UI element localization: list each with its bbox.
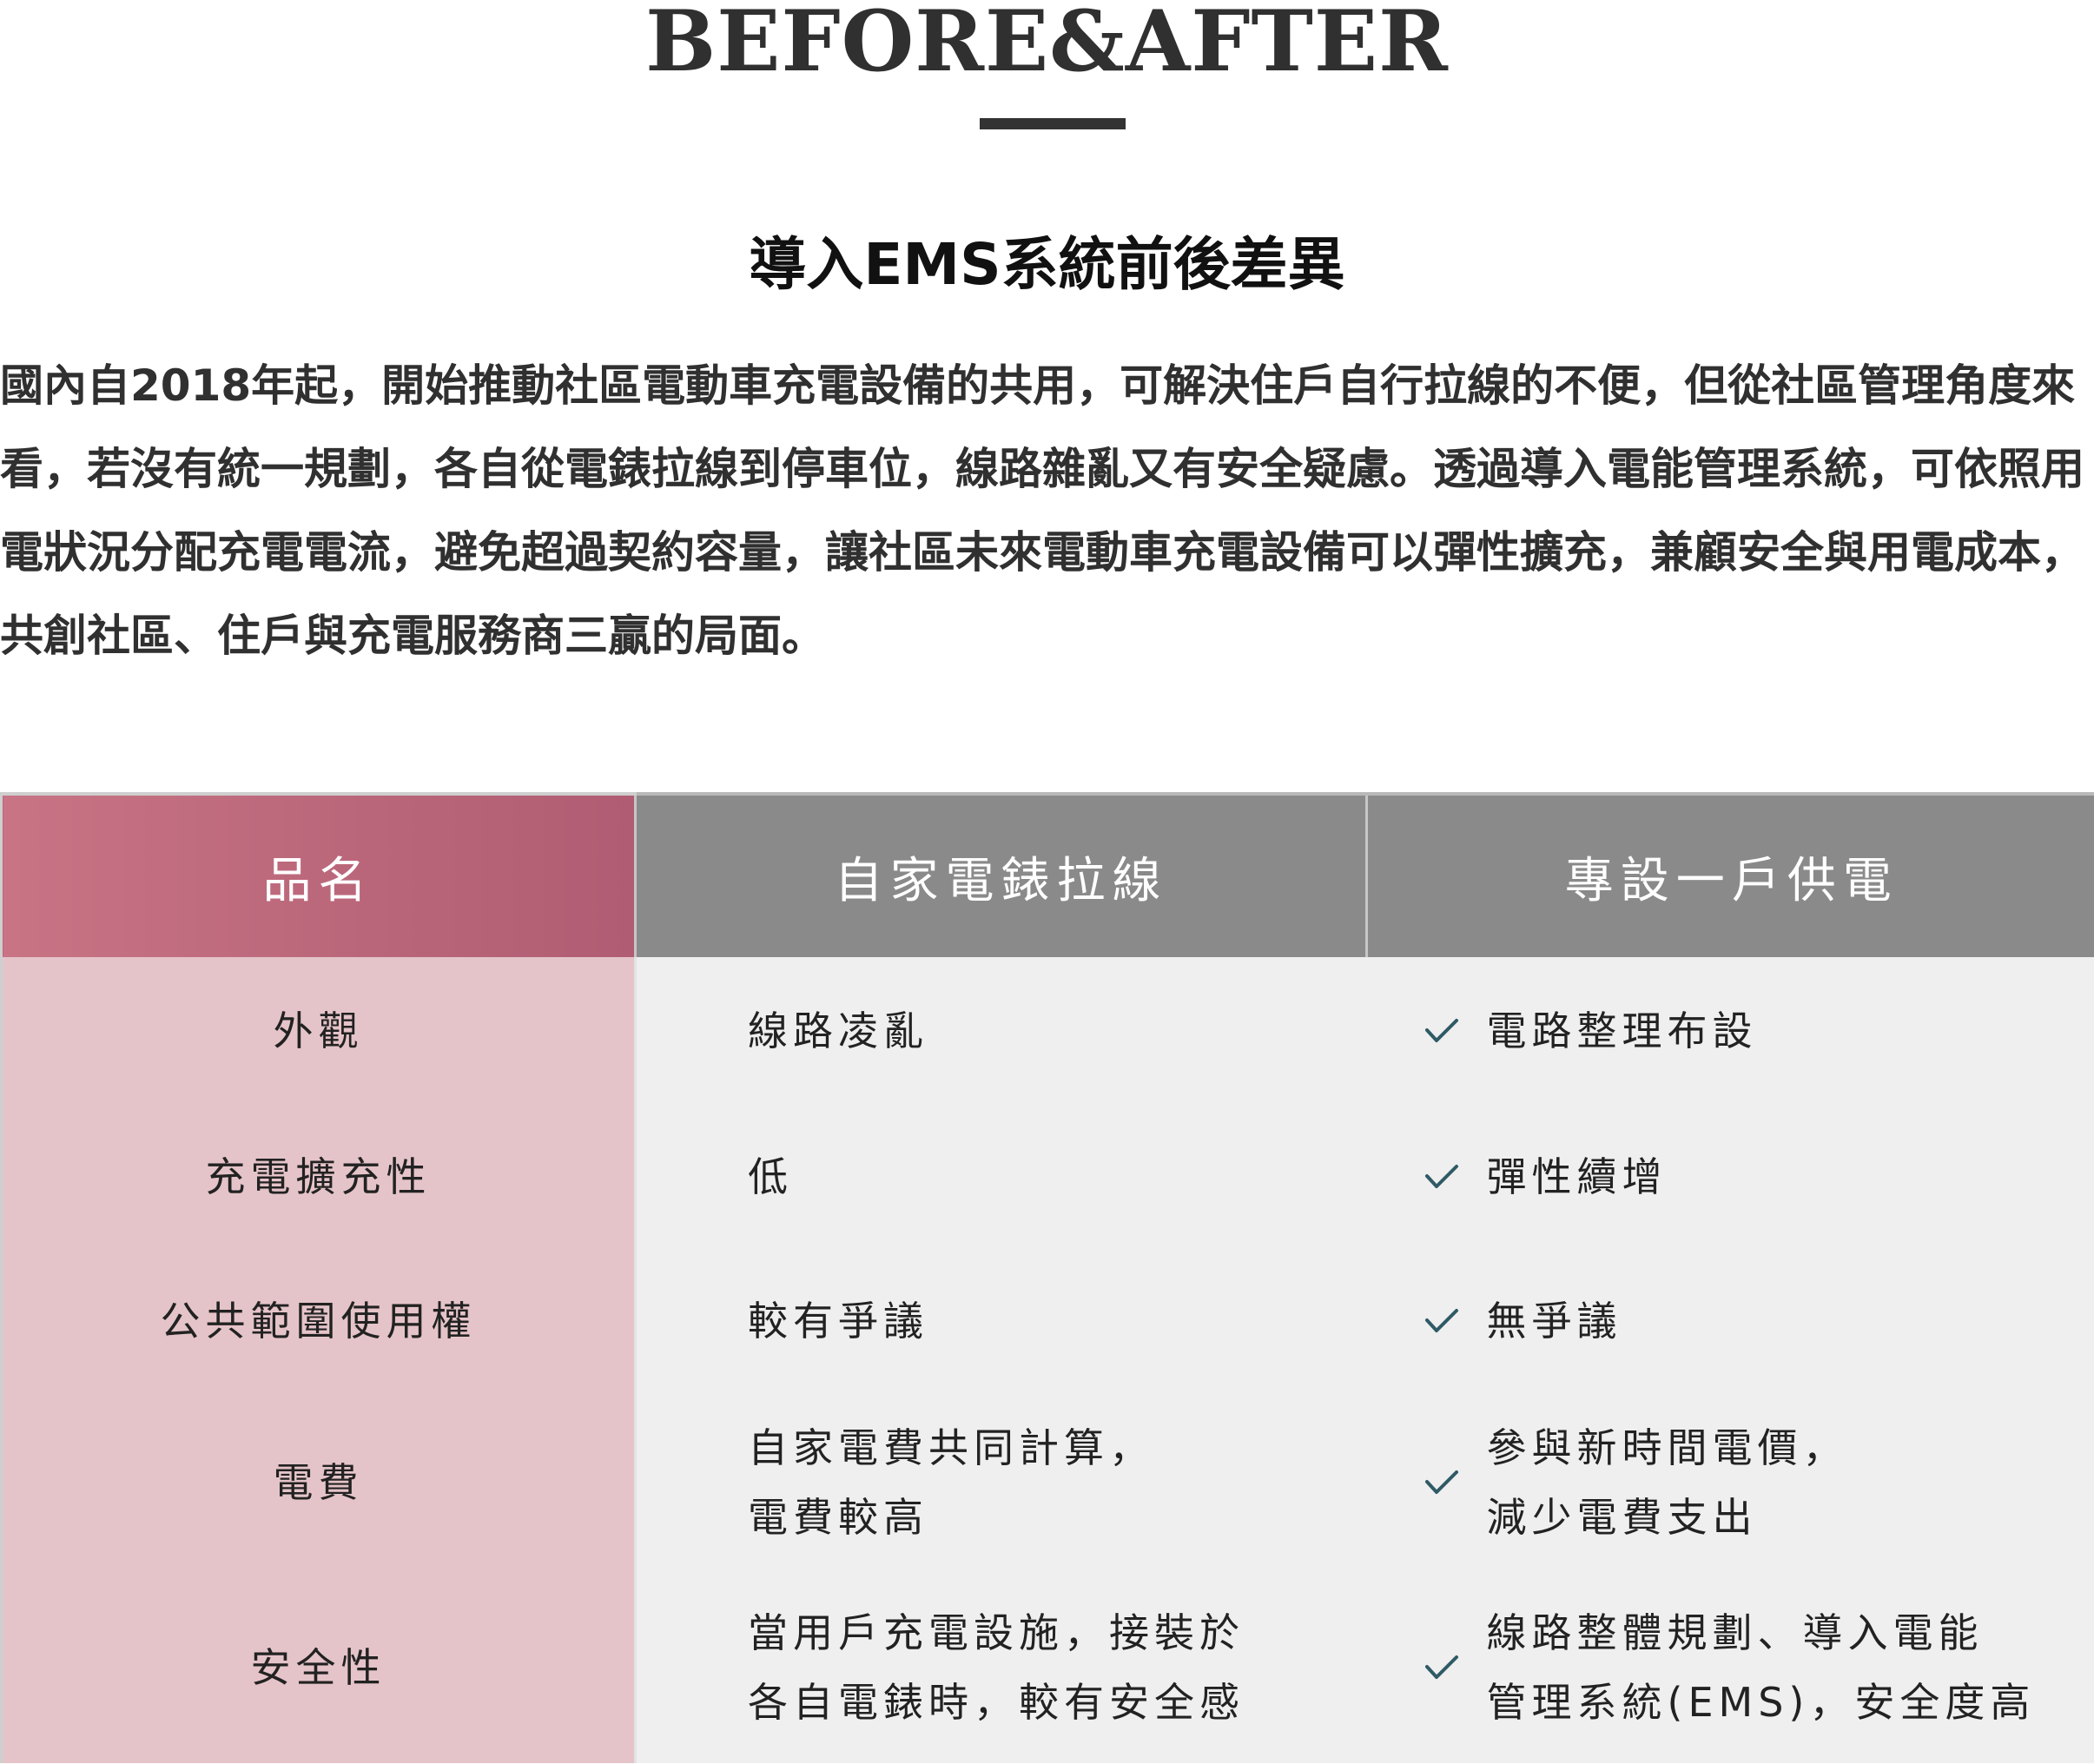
table-header-row: 品名 自家電錶拉線 專設一戶供電 bbox=[0, 792, 2094, 957]
cell-text: 電路整理布設 bbox=[1486, 1008, 1758, 1054]
row-label: 安全性 bbox=[0, 1572, 636, 1763]
row-label: 外觀 bbox=[0, 957, 636, 1105]
checkmark-icon bbox=[1424, 1655, 1485, 1681]
cell-text: 參與新時間電價， bbox=[1486, 1424, 1848, 1471]
table-row: 安全性 當用戶充電設施，接裝於 各自電錶時，較有安全感 線路整體規劃、導入電能 … bbox=[0, 1572, 2094, 1763]
comparison-table: 品名 自家電錶拉線 專設一戶供電 外觀 線路凌亂 電路整理布設 充電擴充性 低 … bbox=[0, 792, 2094, 1763]
cell-text: 無爭議 bbox=[1486, 1298, 1622, 1344]
cell-text: 線路凌亂 bbox=[748, 1008, 928, 1054]
dedicated-cell: 無爭議 bbox=[1366, 1249, 2094, 1393]
dedicated-cell: 線路整體規劃、導入電能 管理系統(EMS)，安全度高 bbox=[1366, 1572, 2094, 1763]
table-row: 充電擴充性 低 彈性續增 bbox=[0, 1105, 2094, 1249]
section-title: 導入EMS系統前後差異 bbox=[749, 231, 1345, 298]
row-label: 公共範圍使用權 bbox=[0, 1249, 636, 1393]
cell-text: 低 bbox=[748, 1153, 793, 1200]
header-dedicated-supply: 專設一戶供電 bbox=[1365, 792, 2094, 957]
checkmark-icon bbox=[1424, 1018, 1485, 1044]
header-product-name: 品名 bbox=[0, 792, 636, 957]
table-row: 公共範圍使用權 較有爭議 無爭議 bbox=[0, 1249, 2094, 1393]
cell-text: 彈性續增 bbox=[1486, 1153, 1668, 1200]
dedicated-cell: 電路整理布設 bbox=[1366, 957, 2094, 1105]
own-meter-cell: 當用戶充電設施，接裝於 各自電錶時，較有安全感 bbox=[634, 1572, 1367, 1763]
own-meter-cell: 線路凌亂 bbox=[634, 957, 1367, 1105]
checkmark-icon bbox=[1424, 1470, 1485, 1496]
cell-text: 自家電費共同計算， bbox=[748, 1424, 1154, 1471]
title-divider bbox=[980, 118, 1126, 129]
row-label: 電費 bbox=[0, 1393, 636, 1572]
own-meter-cell: 自家電費共同計算， 電費較高 bbox=[634, 1393, 1367, 1572]
cell-text: 各自電錶時，較有安全感 bbox=[748, 1679, 1245, 1726]
cell-text: 較有爭議 bbox=[748, 1298, 928, 1344]
table-row: 電費 自家電費共同計算， 電費較高 參與新時間電價， 減少電費支出 bbox=[0, 1393, 2094, 1572]
cell-text: 電費較高 bbox=[748, 1494, 928, 1541]
dedicated-cell: 參與新時間電價， 減少電費支出 bbox=[1366, 1393, 2094, 1572]
checkmark-icon bbox=[1424, 1164, 1485, 1190]
cell-text: 管理系統(EMS)，安全度高 bbox=[1486, 1679, 2036, 1726]
cell-text: 線路整體規劃、導入電能 bbox=[1486, 1609, 1984, 1656]
page-title: BEFORE&AFTER bbox=[645, 0, 1449, 90]
table-row: 外觀 線路凌亂 電路整理布設 bbox=[0, 957, 2094, 1105]
own-meter-cell: 低 bbox=[634, 1105, 1367, 1249]
dedicated-cell: 彈性續增 bbox=[1366, 1105, 2094, 1249]
intro-paragraph: 國內自2018年起，開始推動社區電動車充電設備的共用，可解決住戶自行拉線的不便，… bbox=[0, 360, 2084, 661]
row-label: 充電擴充性 bbox=[0, 1105, 636, 1249]
cell-text: 減少電費支出 bbox=[1486, 1494, 1758, 1541]
own-meter-cell: 較有爭議 bbox=[634, 1249, 1367, 1393]
checkmark-icon bbox=[1424, 1308, 1485, 1334]
header-own-meter-wiring: 自家電錶拉線 bbox=[634, 792, 1367, 957]
cell-text: 當用戶充電設施，接裝於 bbox=[748, 1609, 1245, 1656]
